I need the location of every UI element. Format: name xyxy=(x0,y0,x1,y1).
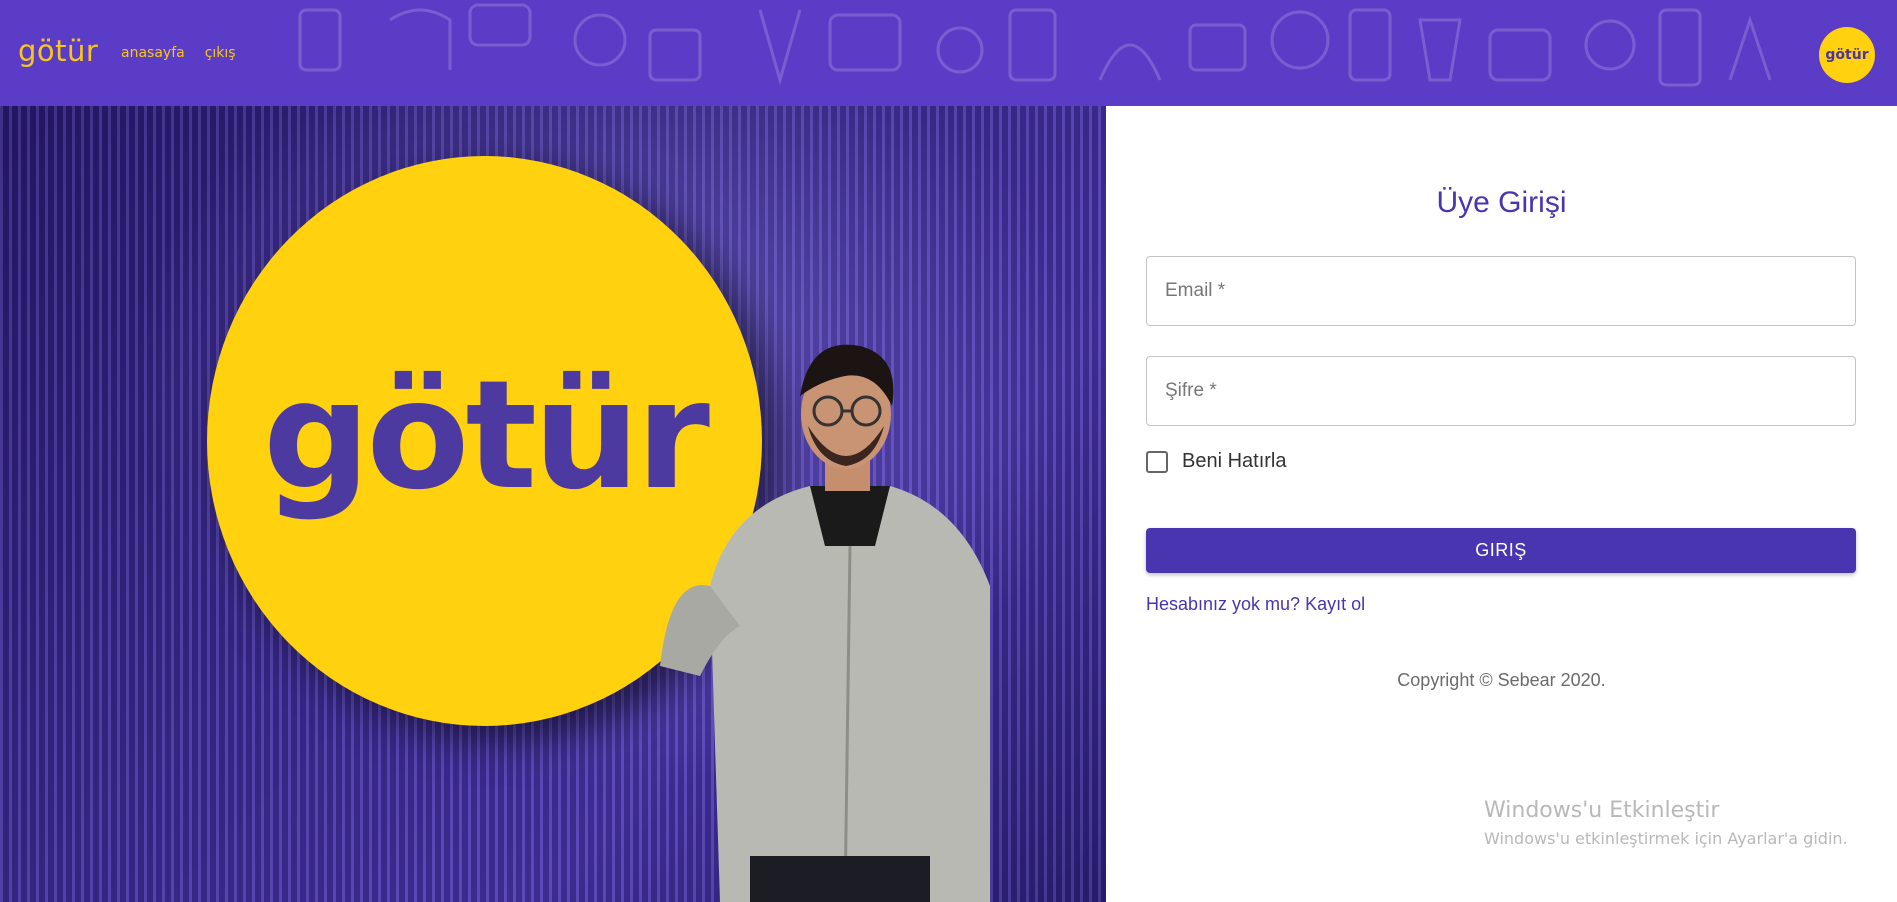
top-navbar: götür anasayfa çıkış götür xyxy=(0,0,1897,106)
email-input[interactable] xyxy=(1163,279,1855,303)
password-field[interactable] xyxy=(1146,356,1856,426)
copyright-text: Copyright © Sebear 2020. xyxy=(1397,670,1606,690)
windows-activation-watermark: Windows'u Etkinleştir Windows'u etkinleş… xyxy=(1484,798,1848,848)
password-input[interactable] xyxy=(1163,379,1855,403)
email-field[interactable] xyxy=(1146,256,1856,326)
pattern-background xyxy=(298,3,1772,87)
hero-logo-text: götür xyxy=(263,349,710,523)
remember-me-checkbox[interactable] xyxy=(1146,450,1168,473)
remember-me[interactable]: Beni Hatırla xyxy=(1146,450,1287,473)
nav-link-logout[interactable]: çıkış xyxy=(205,45,236,61)
hero-image: götür xyxy=(0,106,1106,902)
watermark-subtitle: Windows'u etkinleştirmek için Ayarlar'a … xyxy=(1484,829,1848,848)
avatar[interactable]: götür xyxy=(1819,27,1875,83)
nav-links: anasayfa çıkış xyxy=(121,45,236,61)
login-button[interactable]: GIRIŞ xyxy=(1146,528,1856,573)
signup-link[interactable]: Hesabınız yok mu? Kayıt ol xyxy=(1146,594,1365,615)
login-title: Üye Girişi xyxy=(1436,186,1567,219)
person-photo xyxy=(660,344,990,902)
remember-me-label: Beni Hatırla xyxy=(1182,450,1287,472)
nav-link-home[interactable]: anasayfa xyxy=(121,45,185,61)
brand-logo[interactable]: götür xyxy=(18,34,98,68)
login-panel: Üye Girişi Beni Hatırla GIRIŞ Hesabınız … xyxy=(1106,106,1897,902)
watermark-title: Windows'u Etkinleştir xyxy=(1484,798,1720,823)
